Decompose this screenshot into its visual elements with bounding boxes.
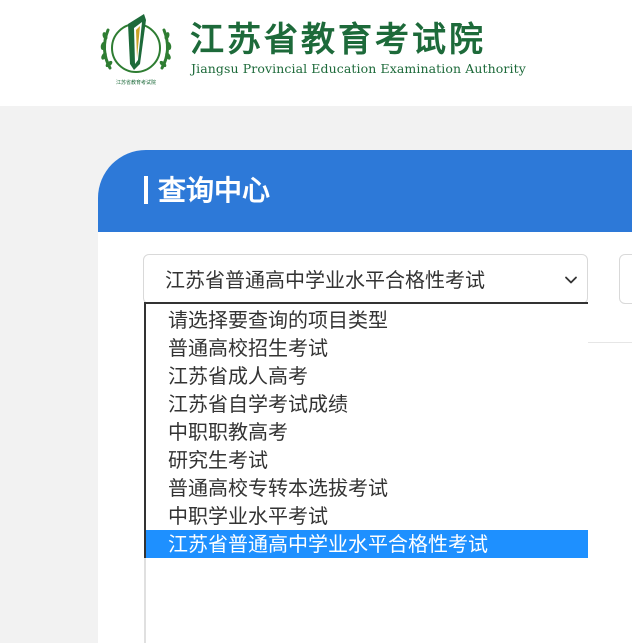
dropdown-option[interactable]: 普通高校专转本选拔考试 <box>146 474 588 502</box>
exam-type-select[interactable]: 江苏省普通高中学业水平合格性考试 <box>143 254 588 304</box>
panel-title-text: 查询中心 <box>158 174 271 207</box>
dropdown-option[interactable]: 中职学业水平考试 <box>146 502 588 530</box>
dropdown-option[interactable]: 江苏省成人高考 <box>146 362 588 390</box>
dropdown-option-selected[interactable]: 江苏省普通高中学业水平合格性考试 <box>146 530 588 558</box>
divider <box>588 342 632 343</box>
dropdown-edge <box>144 558 146 643</box>
jsea-emblem-icon: 江苏省教育考试院 <box>100 14 172 86</box>
emblem-caption: 江苏省教育考试院 <box>116 79 156 86</box>
site-subtitle: Jiangsu Provincial Education Examination… <box>191 61 526 76</box>
dropdown-option[interactable]: 中职职教高考 <box>146 418 588 446</box>
secondary-select[interactable] <box>619 254 632 304</box>
dropdown-option[interactable]: 请选择要查询的项目类型 <box>146 306 588 334</box>
dropdown-option[interactable]: 研究生考试 <box>146 446 588 474</box>
site-header: 江苏省教育考试院 江苏省教育考试院 Jiangsu Provincial Edu… <box>0 0 632 106</box>
title-accent-bar <box>144 176 148 204</box>
panel-title: 查询中心 <box>144 174 270 208</box>
query-panel-header: 查询中心 <box>98 150 632 232</box>
dropdown-option[interactable]: 江苏省自学考试成绩 <box>146 390 588 418</box>
site-title: 江苏省教育考试院 <box>190 20 486 60</box>
exam-type-dropdown: 请选择要查询的项目类型 普通高校招生考试 江苏省成人高考 江苏省自学考试成绩 中… <box>144 302 588 558</box>
exam-type-select-value: 江苏省普通高中学业水平合格性考试 <box>165 268 485 292</box>
dropdown-option[interactable]: 普通高校招生考试 <box>146 334 588 362</box>
chevron-down-icon[interactable] <box>563 272 579 288</box>
